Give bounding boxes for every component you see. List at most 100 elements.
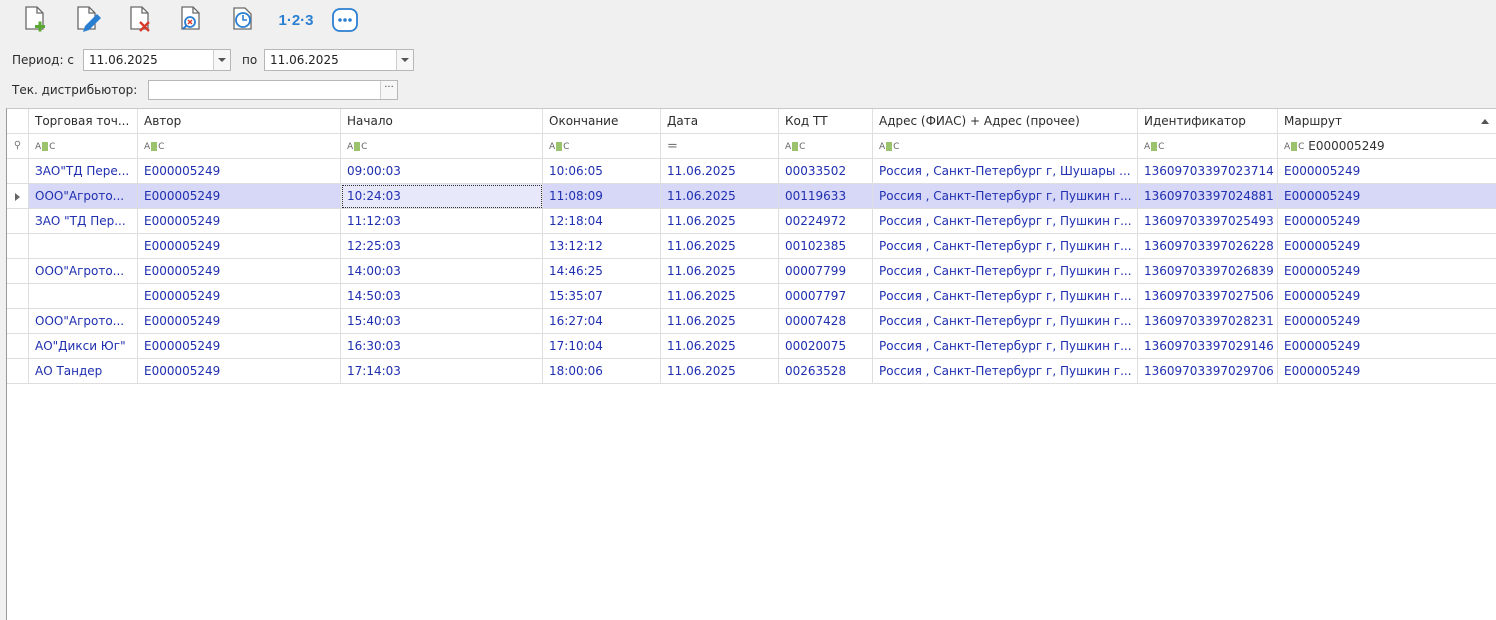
table-row[interactable]: ООО"Агрото... E000005249 10:24:03 11:08:09 1… bbox=[7, 184, 1496, 209]
cell-address[interactable]: Россия , Санкт-Петербург г, Пушкин г... bbox=[873, 334, 1138, 359]
cell-outlet[interactable]: ООО"Агрото... bbox=[29, 184, 138, 209]
cell-date[interactable]: 11.06.2025 bbox=[661, 209, 779, 234]
row-indicator[interactable] bbox=[7, 359, 29, 384]
cell-identifier[interactable]: 13609703397028231 bbox=[1138, 309, 1278, 334]
filter-cell-address[interactable]: AC bbox=[873, 134, 1138, 159]
cell-end[interactable]: 14:46:25 bbox=[543, 259, 661, 284]
cell-start[interactable]: 14:50:03 bbox=[341, 284, 543, 309]
cell-author[interactable]: E000005249 bbox=[138, 334, 341, 359]
column-header-route[interactable]: Маршрут bbox=[1278, 109, 1496, 134]
cell-end[interactable]: 16:27:04 bbox=[543, 309, 661, 334]
cell-route[interactable]: E000005249 bbox=[1278, 359, 1496, 384]
cell-outlet[interactable]: ЗАО "ТД Пер... bbox=[29, 209, 138, 234]
cell-route[interactable]: E000005249 bbox=[1278, 334, 1496, 359]
cell-author[interactable]: E000005249 bbox=[138, 184, 341, 209]
filter-cell-route[interactable]: AC E000005249 bbox=[1278, 134, 1496, 159]
filter-cell-outlet-code[interactable]: AC bbox=[779, 134, 873, 159]
cell-outlet[interactable]: ООО"Агрото... bbox=[29, 309, 138, 334]
cell-route[interactable]: E000005249 bbox=[1278, 184, 1496, 209]
cell-identifier[interactable]: 13609703397026839 bbox=[1138, 259, 1278, 284]
cell-identifier[interactable]: 13609703397024881 bbox=[1138, 184, 1278, 209]
cell-start[interactable]: 11:12:03 bbox=[341, 209, 543, 234]
column-header-author[interactable]: Автор bbox=[138, 109, 341, 134]
cell-address[interactable]: Россия , Санкт-Петербург г, Пушкин г... bbox=[873, 284, 1138, 309]
table-row[interactable]: ЗАО "ТД Пер... E000005249 11:12:03 12:18:04… bbox=[7, 209, 1496, 234]
column-header-end[interactable]: Окончание bbox=[543, 109, 661, 134]
cell-outlet-code[interactable]: 00224972 bbox=[779, 209, 873, 234]
more-options-icon[interactable] bbox=[327, 3, 363, 37]
cell-end[interactable]: 15:35:07 bbox=[543, 284, 661, 309]
cell-end[interactable]: 13:12:12 bbox=[543, 234, 661, 259]
cell-outlet[interactable] bbox=[29, 234, 138, 259]
cell-outlet-code[interactable]: 00263528 bbox=[779, 359, 873, 384]
cell-date[interactable]: 11.06.2025 bbox=[661, 359, 779, 384]
cell-outlet[interactable]: ЗАО"ТД Пере... bbox=[29, 159, 138, 184]
filter-cell-outlet[interactable]: AC bbox=[29, 134, 138, 159]
cell-start[interactable]: 17:14:03 bbox=[341, 359, 543, 384]
cell-address[interactable]: Россия , Санкт-Петербург г, Пушкин г... bbox=[873, 184, 1138, 209]
clock-icon[interactable] bbox=[225, 3, 261, 37]
cell-outlet-code[interactable]: 00007428 bbox=[779, 309, 873, 334]
column-header-date[interactable]: Дата bbox=[661, 109, 779, 134]
cell-identifier[interactable]: 13609703397029706 bbox=[1138, 359, 1278, 384]
row-indicator[interactable] bbox=[7, 334, 29, 359]
cell-route[interactable]: E000005249 bbox=[1278, 159, 1496, 184]
cell-outlet-code[interactable]: 00119633 bbox=[779, 184, 873, 209]
row-indicator[interactable] bbox=[7, 209, 29, 234]
view-document-icon[interactable] bbox=[172, 3, 208, 37]
filter-cell-start[interactable]: AC bbox=[341, 134, 543, 159]
edit-document-icon[interactable] bbox=[69, 3, 105, 37]
cell-author[interactable]: E000005249 bbox=[138, 234, 341, 259]
date-from-field[interactable]: 11.06.2025 bbox=[83, 49, 231, 71]
column-header-outlet-code[interactable]: Код ТТ bbox=[779, 109, 873, 134]
table-row[interactable]: АО"Дикси Юг" E000005249 16:30:03 17:10:04 11… bbox=[7, 334, 1496, 359]
row-focus-indicator-icon[interactable] bbox=[7, 184, 29, 209]
row-indicator[interactable] bbox=[7, 309, 29, 334]
cell-author[interactable]: E000005249 bbox=[138, 284, 341, 309]
cell-identifier[interactable]: 13609703397026228 bbox=[1138, 234, 1278, 259]
cell-outlet[interactable] bbox=[29, 284, 138, 309]
filter-cell-identifier[interactable]: AC bbox=[1138, 134, 1278, 159]
cell-address[interactable]: Россия , Санкт-Петербург г, Шушары ... bbox=[873, 159, 1138, 184]
cell-address[interactable]: Россия , Санкт-Петербург г, Пушкин г... bbox=[873, 309, 1138, 334]
cell-end[interactable]: 18:00:06 bbox=[543, 359, 661, 384]
cell-outlet-code[interactable]: 00007797 bbox=[779, 284, 873, 309]
filter-cell-author[interactable]: AC bbox=[138, 134, 341, 159]
cell-start[interactable]: 09:00:03 bbox=[341, 159, 543, 184]
table-row[interactable]: ООО"Агрото... E000005249 14:00:03 14:46:25 1… bbox=[7, 259, 1496, 284]
numbering-icon[interactable]: 1·2·3 bbox=[276, 3, 316, 37]
cell-author[interactable]: E000005249 bbox=[138, 159, 341, 184]
cell-date[interactable]: 11.06.2025 bbox=[661, 309, 779, 334]
table-row[interactable]: АО Тандер E000005249 17:14:03 18:00:06 11.06… bbox=[7, 359, 1496, 384]
cell-date[interactable]: 11.06.2025 bbox=[661, 234, 779, 259]
cell-date[interactable]: 11.06.2025 bbox=[661, 159, 779, 184]
column-header-outlet[interactable]: Торговая точ... bbox=[29, 109, 138, 134]
row-indicator[interactable] bbox=[7, 284, 29, 309]
cell-outlet[interactable]: АО Тандер bbox=[29, 359, 138, 384]
cell-author[interactable]: E000005249 bbox=[138, 309, 341, 334]
cell-outlet[interactable]: АО"Дикси Юг" bbox=[29, 334, 138, 359]
cell-start[interactable]: 15:40:03 bbox=[341, 309, 543, 334]
cell-end[interactable]: 10:06:05 bbox=[543, 159, 661, 184]
cell-identifier[interactable]: 13609703397023714 bbox=[1138, 159, 1278, 184]
row-indicator[interactable] bbox=[7, 234, 29, 259]
cell-start[interactable]: 10:24:03 bbox=[341, 184, 543, 209]
cell-address[interactable]: Россия , Санкт-Петербург г, Пушкин г... bbox=[873, 359, 1138, 384]
cell-author[interactable]: E000005249 bbox=[138, 209, 341, 234]
cell-start[interactable]: 14:00:03 bbox=[341, 259, 543, 284]
row-indicator[interactable] bbox=[7, 259, 29, 284]
cell-outlet-code[interactable]: 00020075 bbox=[779, 334, 873, 359]
table-row[interactable]: E000005249 12:25:03 13:12:12 11.06.2025 0010… bbox=[7, 234, 1496, 259]
delete-document-icon[interactable] bbox=[121, 3, 157, 37]
cell-end[interactable]: 12:18:04 bbox=[543, 209, 661, 234]
cell-author[interactable]: E000005249 bbox=[138, 359, 341, 384]
cell-author[interactable]: E000005249 bbox=[138, 259, 341, 284]
filter-cell-date[interactable]: = bbox=[661, 134, 779, 159]
cell-route[interactable]: E000005249 bbox=[1278, 209, 1496, 234]
cell-identifier[interactable]: 13609703397025493 bbox=[1138, 209, 1278, 234]
cell-outlet-code[interactable]: 00007799 bbox=[779, 259, 873, 284]
date-from-dropdown-icon[interactable] bbox=[213, 50, 230, 70]
cell-route[interactable]: E000005249 bbox=[1278, 284, 1496, 309]
cell-date[interactable]: 11.06.2025 bbox=[661, 259, 779, 284]
table-row[interactable]: ЗАО"ТД Пере... E000005249 09:00:03 10:06:05… bbox=[7, 159, 1496, 184]
